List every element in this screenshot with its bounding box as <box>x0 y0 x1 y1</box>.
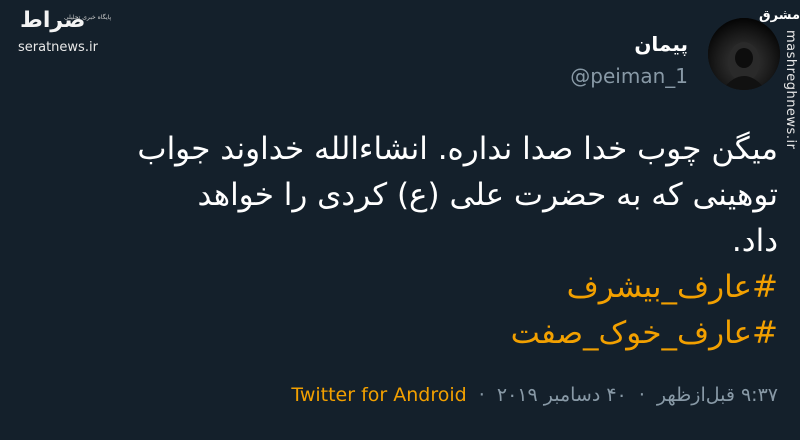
author-display-name[interactable]: پیمان <box>634 32 688 56</box>
tweet-line-3: داد. <box>731 223 778 259</box>
hashtag-2[interactable]: #عارف_خوک_صفت <box>38 310 778 356</box>
tweet-time[interactable]: ۹:۳۷ قبل‌ازظهر <box>657 384 778 406</box>
tweet-text: میگن چوب خدا صدا نداره. انشاءالله خداوند… <box>38 126 778 356</box>
seratnews-watermark: صراط پایگاه خبری تحلیلی seratnews.ir <box>12 8 112 58</box>
hashtag-1[interactable]: #عارف_بیشرف <box>38 264 778 310</box>
tweet-source[interactable]: Twitter for Android <box>291 384 466 406</box>
meta-separator-2: · <box>478 384 485 406</box>
author-handle[interactable]: @peiman_1 <box>570 64 688 88</box>
tweet-date[interactable]: ۴۰ دسامبر ۲۰۱۹ <box>497 384 627 406</box>
seratnews-site: seratnews.ir <box>18 40 98 55</box>
tweet-line-2: توهینی که به حضرت علی (ع) کردی را خواهد <box>197 177 778 213</box>
seratnews-logo: صراط <box>20 8 86 33</box>
meta-separator: · <box>638 384 645 406</box>
hooded-figure-icon <box>722 42 766 90</box>
tweet-meta: ۹:۳۷ قبل‌ازظهر · ۴۰ دسامبر ۲۰۱۹ · Twitte… <box>291 384 778 406</box>
avatar[interactable] <box>708 18 780 90</box>
seratnews-tagline: پایگاه خبری تحلیلی <box>64 14 112 21</box>
mashregh-logo: مشرق <box>759 8 800 23</box>
tweet-line-1: میگن چوب خدا صدا نداره. انشاءالله خداوند… <box>137 131 778 167</box>
